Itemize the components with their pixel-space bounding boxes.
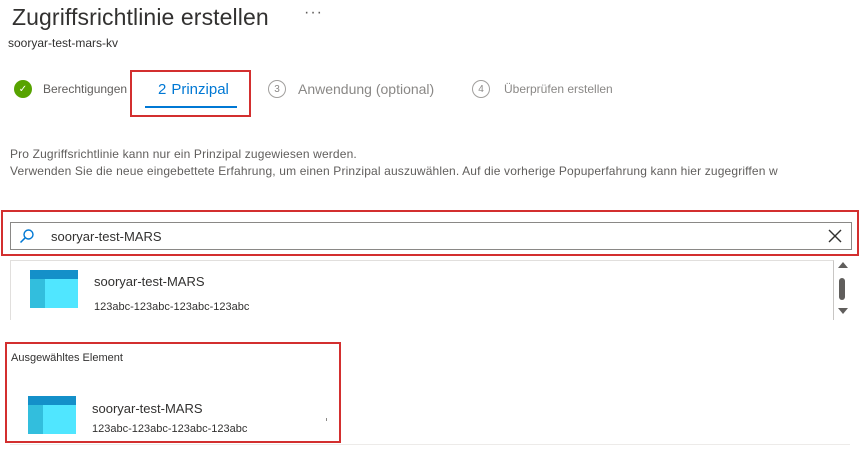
- active-step-underline: [145, 106, 237, 108]
- step-review-create[interactable]: 4 Überprüfen erstellen: [472, 72, 613, 106]
- step-label: Anwendung (optional): [298, 81, 435, 97]
- item-id: 123abc-123abc-123abc-123abc: [94, 301, 250, 313]
- search-icon: [19, 229, 34, 244]
- item-id: 123abc-123abc-123abc-123abc: [92, 423, 248, 435]
- wizard-steps: ✓ Berechtigungen 2 Prinzipal 3 Anwendung…: [0, 72, 860, 112]
- step-permissions[interactable]: ✓ Berechtigungen: [14, 72, 127, 106]
- step-label: Berechtigungen: [43, 82, 128, 96]
- item-name: sooryar-test-MARS: [92, 401, 203, 416]
- app-registration-icon: [30, 270, 78, 308]
- step-number: 2: [158, 80, 167, 98]
- step-number-circle: 4: [472, 80, 490, 98]
- page-title: Zugriffsrichtlinie erstellen: [12, 4, 269, 30]
- results-scrollbar[interactable]: [836, 262, 850, 318]
- checkmark-icon: ✓: [14, 80, 32, 98]
- step-label: Überprüfen erstellen: [504, 82, 613, 96]
- selected-item-heading: Ausgewähltes Element: [11, 352, 123, 364]
- item-name: sooryar-test-MARS: [94, 274, 205, 289]
- tiny-mark: [326, 418, 327, 421]
- app-registration-icon: [28, 396, 76, 434]
- more-options-button[interactable]: ···: [304, 4, 323, 22]
- info-text: Pro Zugriffsrichtlinie kann nur ein Prin…: [10, 146, 778, 180]
- search-box[interactable]: sooryar-test-MARS: [10, 222, 852, 250]
- resource-subtitle: sooryar-test-mars-kv: [8, 36, 119, 50]
- scroll-thumb[interactable]: [839, 278, 845, 300]
- search-results-list: sooryar-test-MARS 123abc-123abc-123abc-1…: [10, 260, 834, 320]
- step-label: Prinzipal: [171, 80, 229, 98]
- info-line-1: Pro Zugriffsrichtlinie kann nur ein Prin…: [10, 147, 357, 161]
- list-item[interactable]: sooryar-test-MARS 123abc-123abc-123abc-1…: [11, 261, 833, 321]
- close-icon[interactable]: [827, 228, 843, 244]
- info-line-2: Verwenden Sie die neue eingebettete Erfa…: [10, 164, 778, 178]
- step-principal[interactable]: 2 Prinzipal: [158, 72, 229, 106]
- scroll-up-arrow-icon[interactable]: [838, 262, 848, 268]
- step-application[interactable]: 3 Anwendung (optional): [268, 72, 434, 106]
- selected-item: sooryar-test-MARS 123abc-123abc-123abc-1…: [10, 372, 330, 438]
- search-input[interactable]: sooryar-test-MARS: [51, 229, 162, 244]
- scroll-down-arrow-icon[interactable]: [838, 308, 848, 314]
- divider: [10, 444, 850, 445]
- step-number-circle: 3: [268, 80, 286, 98]
